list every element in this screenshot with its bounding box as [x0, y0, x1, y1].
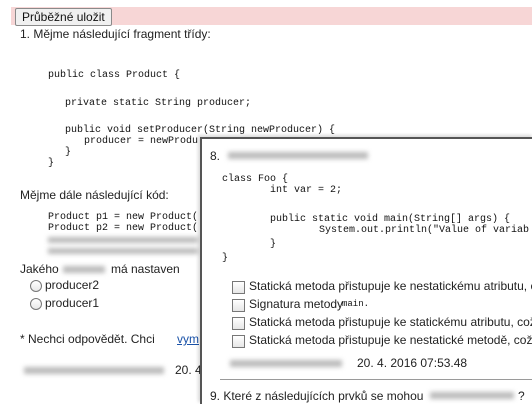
option-label: Statická metoda přistupuje ke nestatické… — [249, 333, 532, 347]
code-line: System.out.println("Value of variab — [319, 225, 530, 236]
code-line: int var = 2; — [270, 185, 343, 196]
option-code: main. — [342, 299, 370, 309]
question-1-title: 1. Mějme následující fragment třídy: — [20, 27, 211, 41]
option-label: Statická metoda přistupuje ke nestatické… — [249, 279, 532, 293]
option-label: Signatura metody — [249, 297, 344, 311]
checkbox-option-4[interactable] — [232, 335, 245, 348]
question-9-title: 9. Které z následujících prvků se mohou — [210, 389, 424, 403]
question-8-panel: 8. class Foo { int var = 2; public stati… — [200, 137, 532, 404]
code-line: } — [270, 239, 277, 250]
question-number: 8. — [210, 149, 221, 163]
checkbox-option-2[interactable] — [232, 299, 245, 312]
change-link[interactable]: vym — [177, 332, 199, 346]
no-answer-text: * Nechci odpovědět. Chci — [20, 332, 155, 346]
radio-producer1[interactable] — [30, 298, 42, 310]
code-line: } — [48, 158, 55, 169]
blurred-author — [230, 360, 342, 367]
code-line: Product p2 = new Product( — [48, 223, 199, 234]
checkbox-option-1[interactable] — [232, 281, 245, 294]
blurred-code — [48, 237, 198, 243]
divider — [220, 379, 532, 380]
code-line: } — [222, 253, 229, 264]
timestamp: 20. 4. 2016 07:53.48 — [357, 356, 468, 370]
question-9-end: ? — [518, 389, 525, 403]
code-line: } — [65, 147, 72, 158]
code-line: producer = newProdu — [84, 136, 199, 147]
blurred-author — [24, 367, 164, 374]
code-line: private static String producer; — [65, 98, 252, 109]
checkbox-option-3[interactable] — [232, 317, 245, 330]
option-label: producer2 — [45, 278, 100, 292]
code-line: Product p1 = new Product( — [48, 212, 199, 223]
question-text: Jakého — [20, 262, 59, 276]
blurred-text — [430, 392, 514, 399]
question-text: má nastaven — [111, 262, 180, 276]
blurred-question-title — [228, 152, 368, 159]
code-line: public void setProducer(String newProduc… — [65, 125, 336, 136]
code-line: class Foo { — [222, 174, 289, 185]
code-line: public class Product { — [48, 70, 181, 81]
radio-producer2[interactable] — [30, 280, 42, 292]
blurred-text — [63, 266, 105, 273]
blurred-code — [48, 248, 198, 254]
save-button[interactable]: Průběžné uložit — [15, 8, 112, 26]
follow-text: Mějme dále následující kód: — [20, 188, 169, 202]
code-line: public static void main(String[] args) { — [270, 214, 511, 225]
option-label: Statická metoda přistupuje ke statickému… — [249, 315, 532, 329]
option-label: producer1 — [45, 296, 100, 310]
